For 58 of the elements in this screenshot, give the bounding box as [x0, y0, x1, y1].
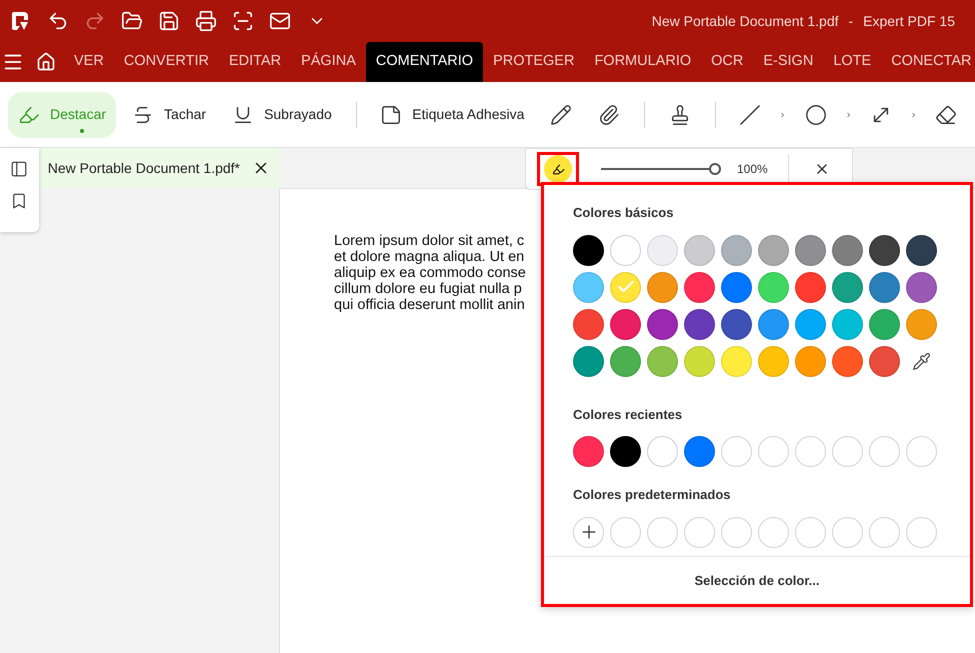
document-text-line: cillum dolore eu fugiat nulla p [334, 281, 523, 297]
tool-button[interactable]: Tachar [122, 92, 216, 138]
window-title: New Portable Document 1.pdf [652, 12, 838, 31]
title-separator: - [848, 12, 854, 30]
app-name: Expert PDF 15 [863, 12, 955, 31]
paperclip-icon [598, 104, 620, 126]
section-heading: Colores recientes [573, 406, 684, 424]
empty-swatch[interactable] [721, 436, 752, 467]
document-text-line: aliquip ex ea commodo conse [334, 265, 527, 281]
panel-icon[interactable] [10, 160, 28, 178]
tool-button[interactable]: Destacar [8, 92, 116, 138]
pencil-icon [550, 104, 572, 126]
color-swatch[interactable] [647, 436, 678, 467]
scan-icon[interactable] [231, 9, 255, 33]
empty-swatch[interactable] [906, 516, 937, 548]
document-text-line: qui officia deserunt mollit anin [334, 297, 526, 313]
empty-swatch[interactable] [684, 516, 715, 548]
sticky-note-icon [380, 104, 402, 126]
add-color-button[interactable] [573, 516, 604, 548]
menu-tab[interactable]: CONECTAR [881, 42, 975, 82]
empty-swatch[interactable] [869, 436, 900, 467]
app-logo-icon [10, 10, 30, 32]
empty-swatch[interactable] [758, 436, 789, 467]
opacity-reading: 100% [737, 161, 768, 178]
color-swatch[interactable] [610, 234, 641, 266]
save-icon[interactable] [157, 9, 181, 33]
document-text-line: Lorem ipsum dolor sit amet, c [334, 233, 526, 249]
menu-tab[interactable]: COMENTARIO [366, 42, 484, 82]
printer-icon[interactable] [194, 9, 218, 33]
section-heading: Colores predeterminados [573, 486, 732, 504]
empty-swatch[interactable] [869, 516, 900, 548]
empty-swatch[interactable] [647, 516, 678, 548]
menu-tab[interactable]: PÁGINA [291, 42, 366, 82]
eraser-icon [934, 104, 957, 126]
tool-button[interactable]: Subrayado [222, 92, 342, 138]
menu-tab[interactable]: LOTE [823, 42, 882, 82]
ellipse-icon [804, 104, 827, 126]
menu-tab[interactable]: FORMULARIO [584, 42, 702, 82]
empty-swatch[interactable] [795, 516, 826, 548]
document-text-line: et dolore magna aliqua. Ut en [334, 249, 526, 265]
section-heading: Colores básicos [573, 204, 674, 222]
menu-tab[interactable]: E-SIGN [753, 42, 824, 82]
line-icon [739, 104, 762, 126]
document-tab[interactable]: New Portable Document 1.pdf* [38, 148, 279, 188]
empty-swatch[interactable] [758, 516, 789, 548]
empty-swatch[interactable] [610, 516, 641, 548]
menu-tab[interactable]: PROTEGER [483, 42, 584, 82]
menu-tab[interactable]: OCR [701, 42, 754, 82]
empty-swatch[interactable] [795, 436, 826, 467]
menu-tab[interactable]: VER [64, 42, 114, 82]
menu-tab[interactable]: CONVERTIR [114, 42, 219, 82]
empty-swatch[interactable] [721, 516, 752, 548]
empty-swatch[interactable] [832, 516, 863, 548]
empty-swatch[interactable] [832, 436, 863, 467]
empty-swatch[interactable] [906, 436, 937, 467]
menu-tab[interactable]: EDITAR [218, 42, 292, 82]
tool-button[interactable]: Etiqueta Adhesiva [370, 92, 534, 138]
color-selection-button[interactable]: Selección de color... [694, 570, 820, 590]
